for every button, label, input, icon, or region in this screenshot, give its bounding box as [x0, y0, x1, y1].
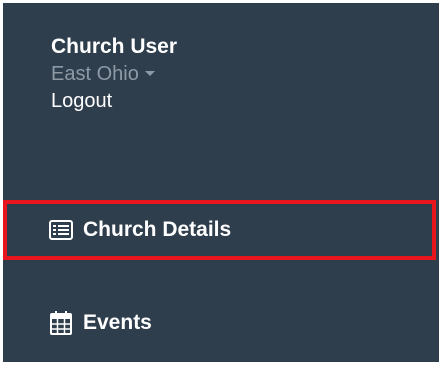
nav-item-label: Church Details — [83, 218, 232, 241]
user-name: Church User — [51, 35, 178, 58]
region-label: East Ohio — [51, 63, 139, 85]
logout-link[interactable]: Logout — [51, 87, 177, 115]
calendar-icon — [47, 309, 75, 337]
user-block: Church User East Ohio Logout — [51, 33, 177, 115]
caret-down-icon — [144, 71, 155, 77]
nav-item-label: Events — [83, 311, 152, 334]
nav-item-events[interactable]: Events — [3, 305, 439, 341]
region-dropdown[interactable]: East Ohio — [51, 61, 177, 87]
nav-item-church-details[interactable]: Church Details — [3, 200, 436, 260]
list-icon — [47, 216, 75, 244]
sidebar: Church User East Ohio Logout Church Deta… — [3, 3, 439, 362]
